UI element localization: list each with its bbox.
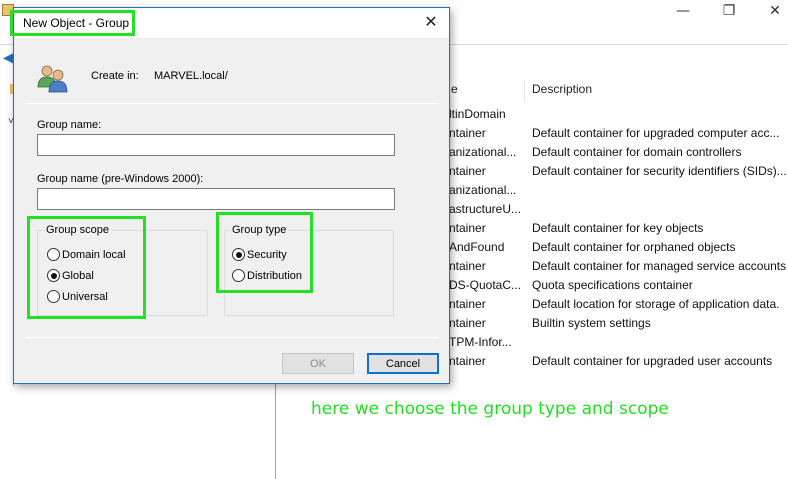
list-row-name[interactable]: anizational... xyxy=(449,145,523,159)
group-name-pre2000-input[interactable] xyxy=(37,188,395,210)
group-name-label: Group name: xyxy=(37,119,102,131)
close-button[interactable]: ✕ xyxy=(752,0,788,22)
list-row-name[interactable]: ntainer xyxy=(449,164,523,178)
list-row-name[interactable]: DS-QuotaC... xyxy=(449,278,523,292)
list-row-name[interactable]: ntainer xyxy=(449,297,523,311)
list-row-name[interactable]: ntainer xyxy=(449,316,523,330)
list-row-description[interactable]: Default container for managed service ac… xyxy=(532,259,786,273)
list-row-description[interactable]: Default container for upgraded user acco… xyxy=(532,354,786,368)
highlight-group-type xyxy=(216,212,313,293)
annotation-text: here we choose the group type and scope xyxy=(311,399,669,419)
list-row-description[interactable]: Builtin system settings xyxy=(532,316,786,330)
list-row-description[interactable]: Default container for upgraded computer … xyxy=(532,126,786,140)
list-row-description[interactable]: Quota specifications container xyxy=(532,278,786,292)
list-row-description[interactable]: Default container for key objects xyxy=(532,221,786,235)
group-name-pre2000-label: Group name (pre-Windows 2000): xyxy=(37,173,204,185)
column-header-description[interactable]: Description xyxy=(532,82,592,102)
close-icon[interactable]: ✕ xyxy=(421,12,441,32)
list-row-description[interactable]: Default location for storage of applicat… xyxy=(532,297,786,311)
create-in-value: MARVEL.local/ xyxy=(154,70,228,82)
divider xyxy=(26,337,438,338)
list-row-name[interactable]: ltinDomain xyxy=(449,107,523,121)
list-row-description[interactable]: Default container for security identifie… xyxy=(532,164,786,178)
minimize-button[interactable]: — xyxy=(660,0,706,22)
ok-button[interactable]: OK xyxy=(282,353,354,374)
list-row-name[interactable]: anizational... xyxy=(449,183,523,197)
list-row-name[interactable]: astructureU... xyxy=(449,202,523,216)
list-row-name[interactable]: TPM-Infor... xyxy=(449,335,523,349)
create-in-label: Create in: xyxy=(91,70,139,82)
cancel-button[interactable]: Cancel xyxy=(367,353,439,374)
list-row-name[interactable]: AndFound xyxy=(449,240,523,254)
highlight-group-scope xyxy=(27,216,146,319)
list-row-description[interactable]: Default container for orphaned objects xyxy=(532,240,786,254)
column-header-name[interactable]: e xyxy=(451,82,458,102)
list-row-name[interactable]: ntainer xyxy=(449,221,523,235)
divider xyxy=(26,103,438,104)
list-row-name[interactable]: ntainer xyxy=(449,126,523,140)
maximize-button[interactable]: ❐ xyxy=(706,0,752,22)
new-object-group-dialog: New Object - Group ✕ Create in: MARVEL.l… xyxy=(13,7,450,384)
highlight-dialog-title xyxy=(10,10,135,36)
group-icon xyxy=(36,63,70,93)
list-row-description[interactable]: Default container for domain controllers xyxy=(532,145,786,159)
list-row-name[interactable]: ntainer xyxy=(449,354,523,368)
column-divider[interactable] xyxy=(524,80,525,102)
group-name-input[interactable] xyxy=(37,134,395,156)
list-row-name[interactable]: ntainer xyxy=(449,259,523,273)
